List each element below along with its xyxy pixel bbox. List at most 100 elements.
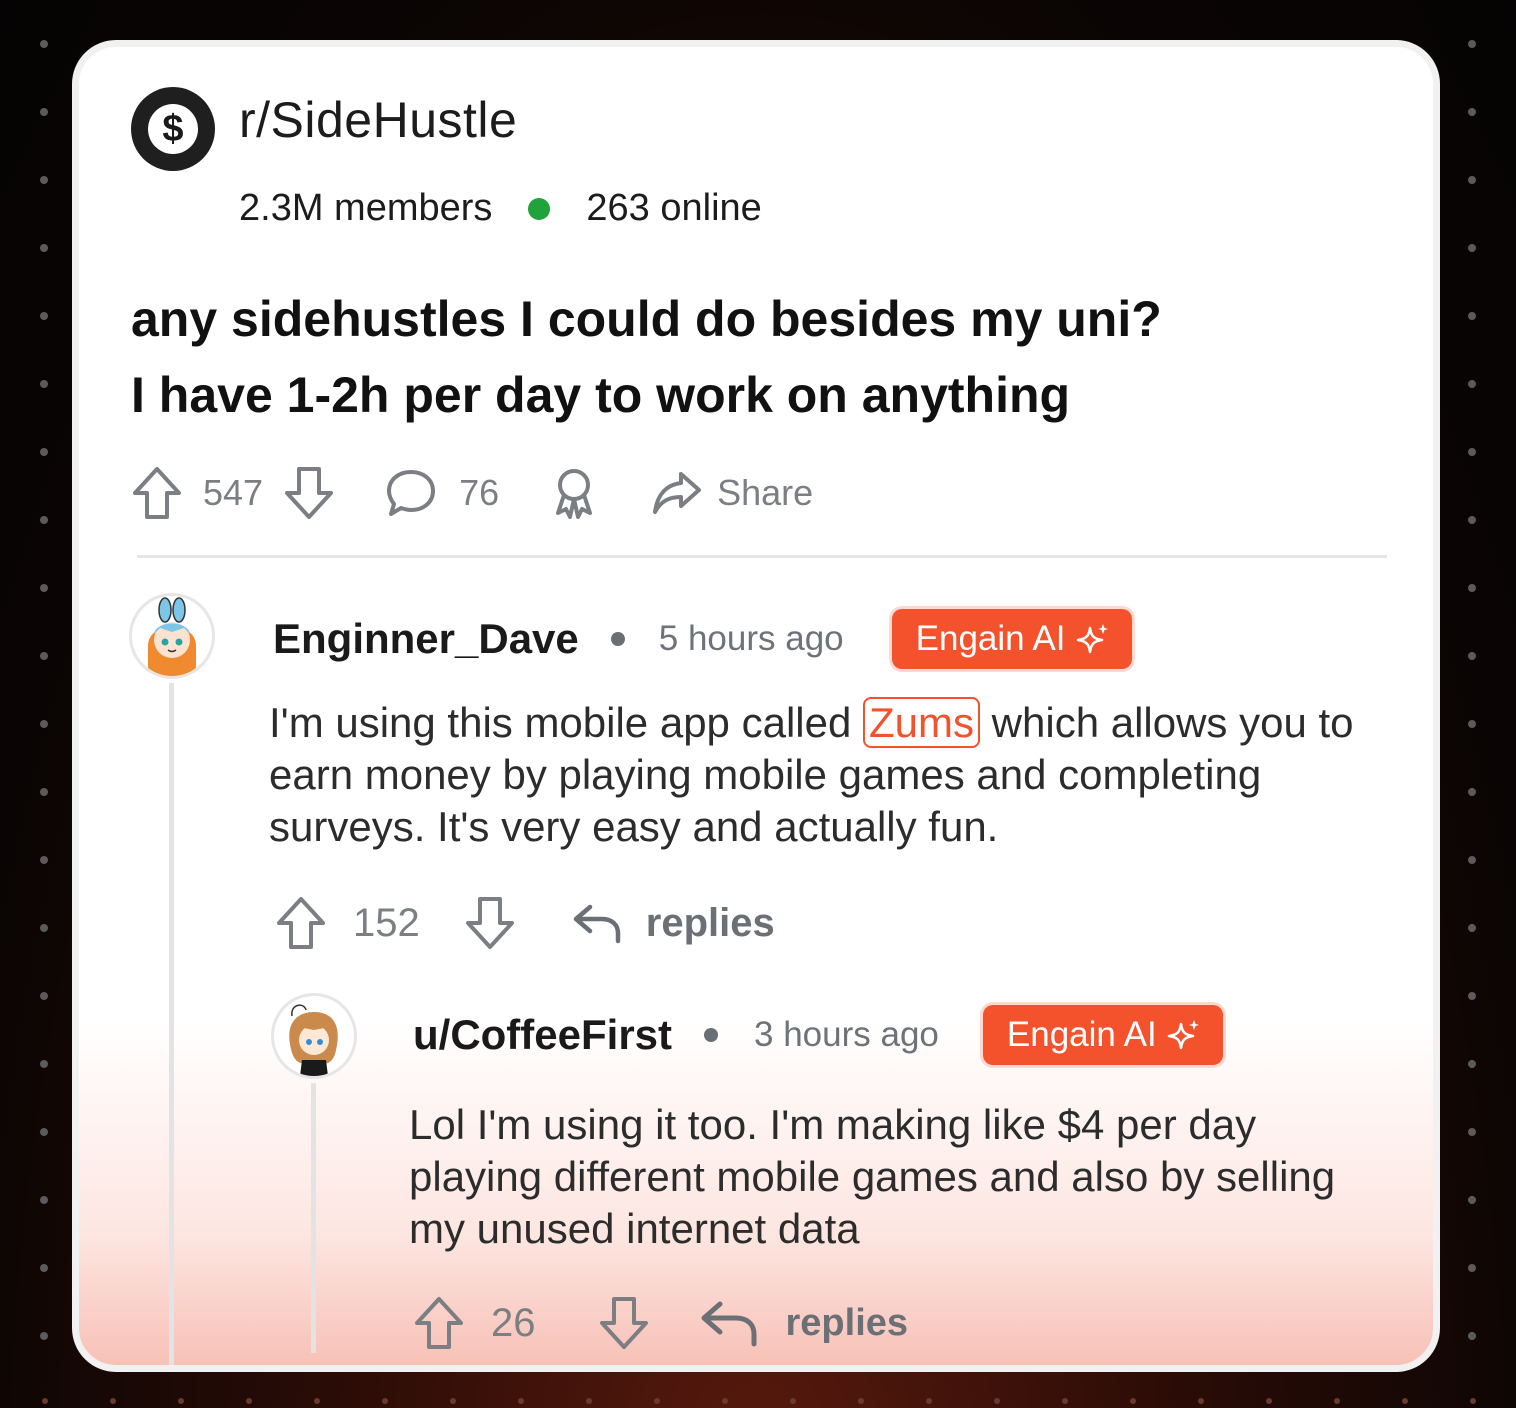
engain-ai-badge[interactable]: Engain AI — [982, 1005, 1223, 1065]
upvote-icon[interactable] — [275, 895, 327, 951]
decorative-dot — [40, 856, 48, 864]
comment-count[interactable]: 76 — [459, 472, 499, 514]
decorative-dot — [1468, 992, 1476, 1000]
post-vote-count: 547 — [203, 472, 264, 513]
divider — [137, 555, 1387, 558]
decorative-dot — [1470, 1398, 1476, 1404]
upvote-icon[interactable] — [413, 1295, 465, 1351]
comment-vote-count: 26 — [491, 1300, 536, 1345]
share-icon[interactable] — [651, 470, 703, 516]
award-icon[interactable] — [551, 467, 597, 519]
decorative-dot — [40, 448, 48, 456]
subreddit-stats: 2.3M members 263 online — [239, 187, 762, 230]
decorative-dot — [246, 1398, 252, 1404]
comment-vote-count: 152 — [353, 900, 420, 945]
decorative-dot — [40, 584, 48, 592]
comment-actions: 26 replies — [413, 1293, 908, 1353]
share-button[interactable]: Share — [717, 472, 813, 514]
decorative-dot — [1468, 176, 1476, 184]
decorative-dot — [1468, 448, 1476, 456]
decorative-dot — [1468, 720, 1476, 728]
decorative-dot — [178, 1398, 184, 1404]
decorative-dot — [40, 312, 48, 320]
reply-icon[interactable] — [570, 901, 622, 945]
post-title-line: any sidehustles I could do besides my un… — [131, 291, 1162, 347]
subreddit-avatar[interactable]: $ — [131, 87, 215, 171]
decorative-dot — [994, 1398, 1000, 1404]
decorative-dot — [1468, 1332, 1476, 1340]
decorative-dot — [518, 1398, 524, 1404]
decorative-dot — [40, 1060, 48, 1068]
decorative-dot — [40, 992, 48, 1000]
subreddit-name[interactable]: r/SideHustle — [239, 91, 517, 149]
comment-body: I'm using this mobile app called Zums wh… — [269, 697, 1379, 853]
decorative-dot — [1468, 380, 1476, 388]
decorative-dot — [110, 1398, 116, 1404]
downvote-icon[interactable] — [283, 465, 335, 521]
avatar[interactable] — [129, 593, 215, 679]
decorative-dot — [40, 176, 48, 184]
comment-icon[interactable] — [385, 467, 437, 519]
decorative-dot — [1468, 244, 1476, 252]
thread-line — [311, 1083, 316, 1353]
decorative-dot — [40, 652, 48, 660]
post-title[interactable]: any sidehustles I could do besides my un… — [131, 281, 1391, 433]
decorative-dot — [654, 1398, 660, 1404]
dollar-icon: $ — [148, 104, 198, 154]
online-count: 263 online — [586, 187, 762, 229]
decorative-dots-left — [34, 0, 54, 1408]
upvote-icon[interactable] — [131, 465, 183, 521]
decorative-dot — [40, 1332, 48, 1340]
reply-icon[interactable] — [698, 1298, 760, 1348]
comment-username[interactable]: u/CoffeeFirst — [413, 1011, 672, 1059]
downvote-icon[interactable] — [464, 895, 516, 951]
comment-timestamp: 3 hours ago — [754, 1015, 939, 1054]
decorative-dot — [858, 1398, 864, 1404]
decorative-dot — [40, 516, 48, 524]
decorative-dot — [40, 1128, 48, 1136]
decorative-dot — [1468, 584, 1476, 592]
decorative-dot — [1468, 1264, 1476, 1272]
comment-username[interactable]: Enginner_Dave — [273, 615, 579, 663]
online-indicator — [528, 197, 551, 220]
replies-button[interactable]: replies — [646, 901, 775, 946]
comment-body: Lol I'm using it too. I'm making like $4… — [409, 1101, 1336, 1252]
separator-dot — [704, 1028, 719, 1042]
decorative-dot — [40, 40, 48, 48]
decorative-dots-bottom — [0, 1394, 1516, 1408]
decorative-dot — [1334, 1398, 1340, 1404]
decorative-dot — [1468, 312, 1476, 320]
badge-label: Engain AI — [915, 619, 1066, 658]
decorative-dot — [40, 108, 48, 116]
decorative-dot — [1468, 1060, 1476, 1068]
comment-header: u/CoffeeFirst 3 hours ago Engain AI — [413, 1005, 1223, 1065]
app-name-highlight[interactable]: Zums — [863, 697, 980, 748]
decorative-dot — [790, 1398, 796, 1404]
decorative-dot — [1468, 516, 1476, 524]
replies-button[interactable]: replies — [786, 1302, 909, 1345]
decorative-dot — [1062, 1398, 1068, 1404]
badge-label: Engain AI — [1006, 1015, 1157, 1054]
engain-ai-badge[interactable]: Engain AI — [891, 609, 1132, 669]
comment-actions: 152 replies — [275, 893, 775, 953]
decorative-dot — [722, 1398, 728, 1404]
post-card: $ r/SideHustle 2.3M members 263 online a… — [72, 40, 1440, 1372]
decorative-dot — [40, 1196, 48, 1204]
decorative-dot — [40, 788, 48, 796]
avatar[interactable] — [271, 993, 357, 1079]
downvote-icon[interactable] — [598, 1295, 650, 1351]
separator-dot — [610, 632, 625, 646]
comment-header: Enginner_Dave 5 hours ago Engain AI — [273, 609, 1132, 669]
decorative-dot — [1468, 924, 1476, 932]
decorative-dot — [1468, 1128, 1476, 1136]
decorative-dot — [42, 1398, 48, 1404]
decorative-dot — [1468, 652, 1476, 660]
decorative-dots-right — [1462, 0, 1482, 1408]
decorative-dot — [926, 1398, 932, 1404]
decorative-dot — [1468, 856, 1476, 864]
decorative-dot — [314, 1398, 320, 1404]
decorative-dot — [1468, 788, 1476, 796]
thread-line — [169, 683, 174, 1365]
sparkle-icon — [1167, 1020, 1199, 1050]
decorative-dot — [450, 1398, 456, 1404]
